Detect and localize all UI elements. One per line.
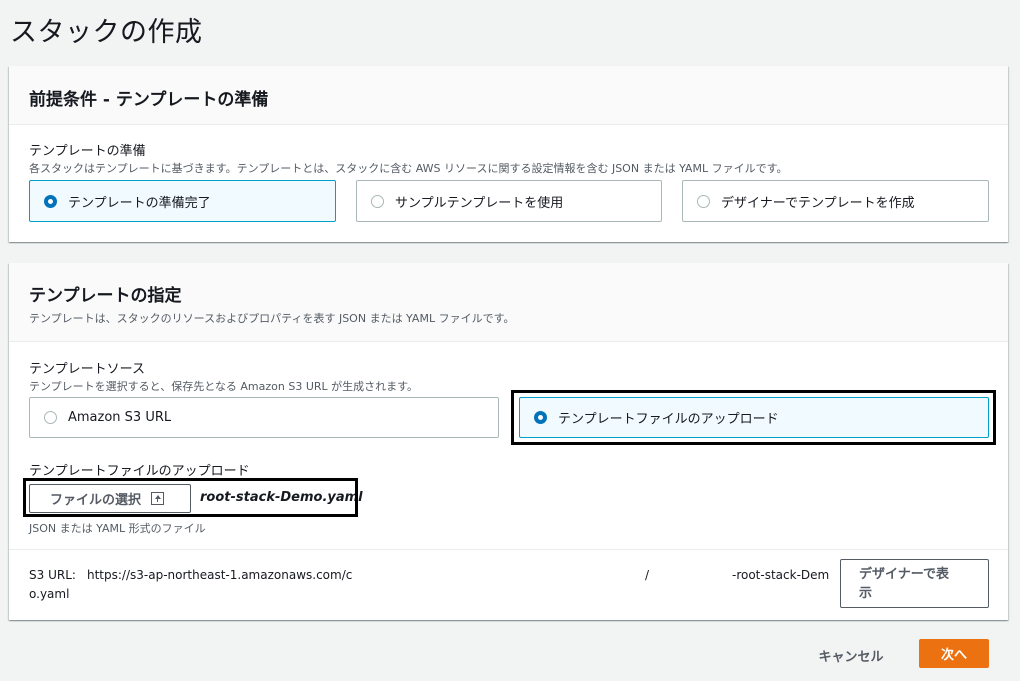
specify-panel-header: テンプレートの指定 テンプレートは、スタックのリソースおよびプロパティを表す J…	[9, 263, 1008, 342]
radio-unselected-icon[interactable]	[697, 194, 710, 208]
source-s3-url-label: Amazon S3 URL	[68, 410, 172, 425]
s3-url-part1: https://s3-ap-northeast-1.amazonaws.com/…	[87, 568, 353, 582]
specify-panel-title: テンプレートの指定	[29, 286, 182, 306]
view-in-designer-button[interactable]: デザイナーで表示	[840, 559, 989, 608]
template-source-label: テンプレートソース	[29, 362, 145, 377]
highlight-upload-source	[511, 390, 996, 445]
s3-url-tail: o.yaml	[29, 587, 70, 601]
prereq-panel: 前提条件 - テンプレートの準備 テンプレートの準備 各スタックはテンプレートに…	[9, 66, 1008, 242]
page-title: スタックの作成	[10, 17, 203, 48]
radio-unselected-icon[interactable]	[44, 411, 57, 424]
prepare-template-label: テンプレートの準備	[29, 144, 146, 159]
template-source-desc: テンプレートを選択すると、保存先となる Amazon S3 URL が生成されま…	[29, 380, 419, 393]
s3-url-label: S3 URL:	[29, 568, 76, 582]
option-sample-template-label: サンプルテンプレートを使用	[395, 195, 564, 211]
highlight-file-select	[23, 478, 358, 517]
view-in-designer-label: デザイナーで表示	[859, 566, 949, 601]
s3-url-part2: -root-stack-Dem	[732, 568, 830, 582]
option-template-ready[interactable]: テンプレートの準備完了	[29, 180, 336, 222]
source-s3-url[interactable]: Amazon S3 URL	[29, 397, 499, 438]
next-button[interactable]: 次へ	[919, 639, 989, 668]
upload-file-label: テンプレートファイルのアップロード	[29, 464, 250, 479]
option-designer-template-label: デザイナーでテンプレートを作成	[721, 195, 915, 211]
option-sample-template[interactable]: サンプルテンプレートを使用	[356, 180, 662, 222]
s3-url-divider	[9, 549, 1008, 550]
option-designer-template[interactable]: デザイナーでテンプレートを作成	[682, 180, 989, 222]
option-template-ready-label: テンプレートの準備完了	[68, 195, 211, 211]
prepare-template-desc: 各スタックはテンプレートに基づきます。テンプレートとは、スタックに含む AWS …	[29, 162, 788, 175]
prereq-panel-header: 前提条件 - テンプレートの準備	[9, 66, 1008, 125]
cancel-button[interactable]: キャンセル	[812, 642, 890, 668]
prereq-panel-title: 前提条件 - テンプレートの準備	[29, 90, 269, 110]
upload-file-hint: JSON または YAML 形式のファイル	[29, 522, 206, 535]
radio-unselected-icon[interactable]	[371, 194, 384, 208]
s3-url-slash: /	[645, 568, 650, 582]
radio-selected-icon[interactable]	[44, 194, 57, 208]
specify-panel-desc: テンプレートは、スタックのリソースおよびプロパティを表す JSON または YA…	[29, 312, 515, 325]
